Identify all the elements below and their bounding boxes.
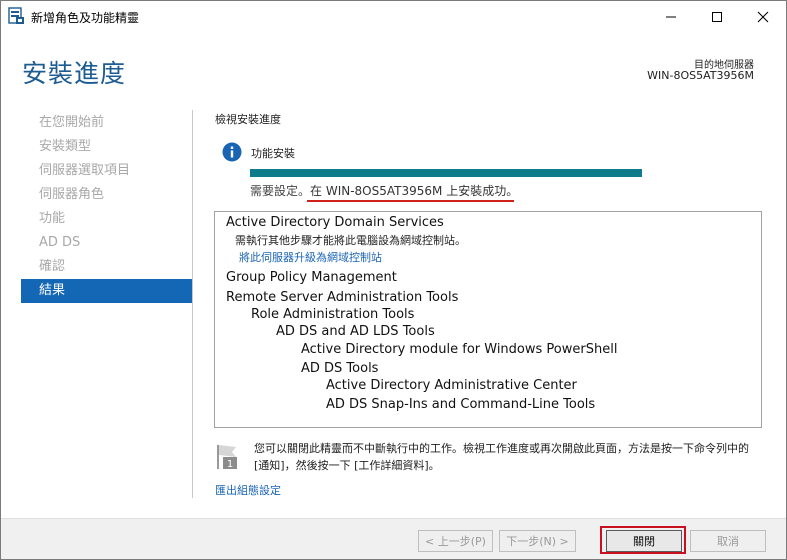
flag-badge-number: 1 (227, 459, 233, 470)
status-success: 在 WIN-8OS5AT3956M 上安裝成功。 (310, 184, 519, 198)
maximize-icon (712, 11, 722, 22)
window-title: 新增角色及功能精靈 (31, 11, 140, 25)
promote-to-dc-link[interactable]: 將此伺服器升級為網域控制站 (239, 249, 382, 265)
minimize-icon (666, 16, 676, 17)
results-box: Active Directory Domain Services 需執行其他步驟… (214, 211, 762, 428)
result-ad-powershell-module: Active Directory module for Windows Powe… (301, 342, 618, 357)
main-heading: 檢視安裝進度 (215, 113, 281, 126)
status-line: 需要設定。在 WIN-8OS5AT3956M 上安裝成功。 (250, 182, 518, 199)
page-title: 安裝進度 (22, 59, 127, 88)
result-ad-ds-lds-tools: AD DS and AD LDS Tools (276, 324, 435, 339)
server-manager-icon (8, 7, 24, 24)
maximize-button[interactable] (694, 1, 740, 32)
info-icon (222, 142, 242, 162)
notification-flag-icon: 1 (217, 445, 237, 470)
nav-item-features: 功能 (39, 211, 66, 226)
minimize-button[interactable] (648, 1, 694, 32)
installation-progress-bar (250, 169, 642, 177)
nav-item-ad-ds: AD DS (39, 235, 81, 250)
close-icon (757, 11, 769, 22)
result-ad-ds-snapins: AD DS Snap-Ins and Command-Line Tools (326, 397, 596, 412)
result-ad-ds-tools: AD DS Tools (301, 361, 379, 376)
nav-divider (192, 110, 193, 498)
nav-item-installation-type: 安裝類型 (39, 139, 92, 154)
nav-item-server-roles: 伺服器角色 (39, 187, 105, 202)
wizard-nav: 在您開始前 安裝類型 伺服器選取項目 伺服器角色 功能 AD DS 確認 結果 (21, 111, 192, 303)
status-prefix: 需要設定。 (250, 184, 311, 198)
destination-server-name: WIN-8OS5AT3956M (647, 69, 754, 82)
success-underline-annotation (307, 200, 514, 202)
close-window-button[interactable] (740, 1, 786, 32)
cancel-button[interactable]: 取消 (690, 530, 766, 552)
nav-item-confirmation: 確認 (39, 259, 66, 274)
result-role-admin-tools: Role Administration Tools (251, 307, 415, 322)
result-ad-admin-center: Active Directory Administrative Center (326, 378, 577, 393)
wizard-window: 新增角色及功能精靈 安裝進度 目的地伺服器 WIN-8OS5AT3956M 在您… (0, 0, 787, 560)
export-configuration-link[interactable]: 匯出組態設定 (215, 482, 281, 498)
feature-install-label: 功能安裝 (251, 147, 295, 160)
result-ad-ds-note: 需執行其他步驟才能將此電腦設為網域控制站。 (235, 234, 466, 247)
close-wizard-note: 您可以關閉此精靈而不中斷執行中的工作。檢視工作進度或再次開啟此頁面，方法是按一下… (254, 442, 749, 472)
nav-item-server-selection: 伺服器選取項目 (39, 163, 131, 178)
nav-item-results[interactable]: 結果 (21, 279, 192, 303)
previous-button[interactable]: < 上一步(P) (418, 530, 493, 552)
close-button-highlight-annotation (600, 526, 686, 554)
result-ad-ds: Active Directory Domain Services (226, 215, 444, 230)
next-button[interactable]: 下一步(N) > (499, 530, 576, 552)
title-bar[interactable]: 新增角色及功能精靈 (1, 1, 786, 32)
progress-bar-fill (250, 169, 642, 177)
result-gpm: Group Policy Management (226, 270, 397, 285)
result-rsat: Remote Server Administration Tools (226, 290, 459, 305)
nav-item-before-you-begin: 在您開始前 (39, 115, 105, 130)
